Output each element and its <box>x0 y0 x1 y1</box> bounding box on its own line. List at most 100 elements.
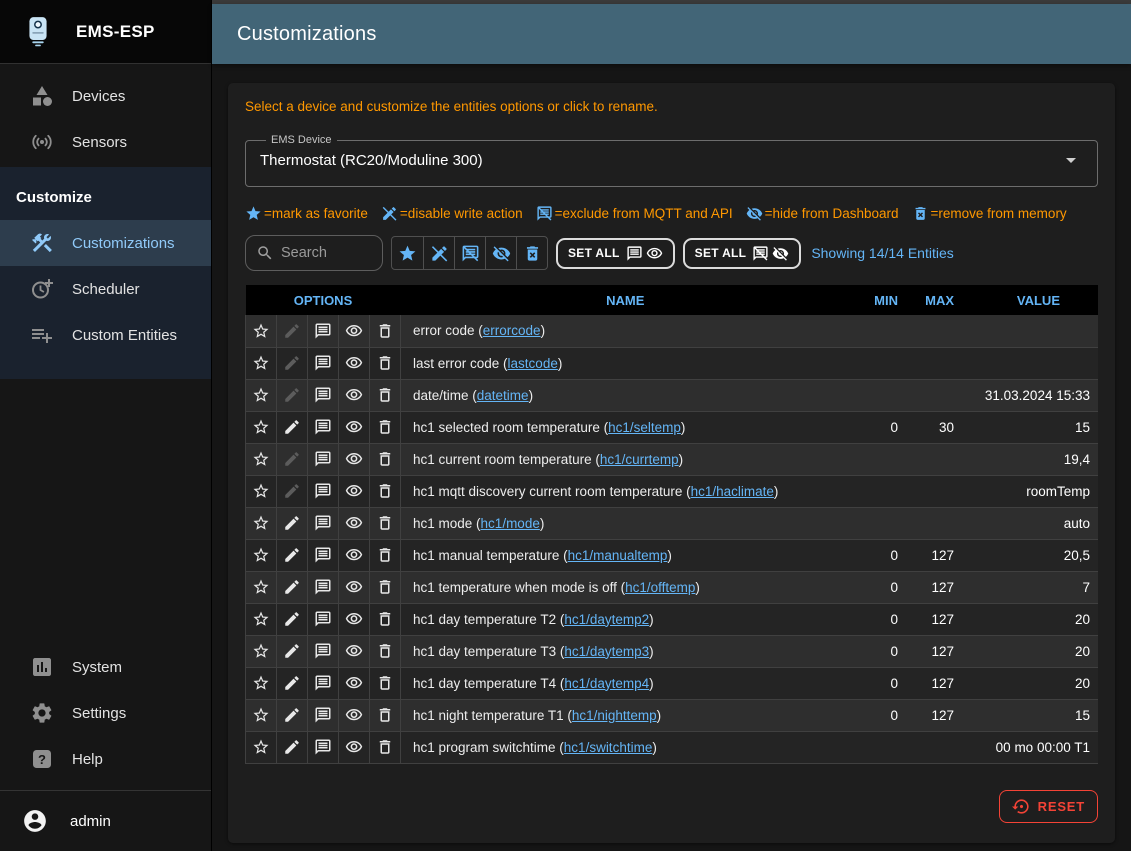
delete-toggle[interactable] <box>370 444 400 475</box>
filter-exclude-mqtt-button[interactable] <box>454 237 485 269</box>
entity-name[interactable]: last error code (lastcode) <box>401 347 851 379</box>
set-all-hide-button[interactable]: SET ALL <box>683 238 802 269</box>
edit-toggle[interactable] <box>277 732 307 763</box>
entity-name[interactable]: hc1 day temperature T2 (hc1/daytemp2) <box>401 603 851 635</box>
filter-favorite-button[interactable] <box>392 237 423 269</box>
favorite-toggle[interactable] <box>246 412 276 443</box>
entity-link[interactable]: hc1/manualtemp <box>568 548 668 563</box>
delete-toggle[interactable] <box>370 380 400 411</box>
delete-toggle[interactable] <box>370 636 400 667</box>
mqtt-toggle[interactable] <box>308 636 338 667</box>
sidebar-item-scheduler[interactable]: Scheduler <box>0 266 211 312</box>
mqtt-toggle[interactable] <box>308 380 338 411</box>
delete-toggle[interactable] <box>370 572 400 603</box>
delete-toggle[interactable] <box>370 668 400 699</box>
entity-name[interactable]: hc1 night temperature T1 (hc1/nighttemp) <box>401 699 851 731</box>
delete-toggle[interactable] <box>370 315 400 346</box>
favorite-toggle[interactable] <box>246 604 276 635</box>
entity-name[interactable]: hc1 day temperature T4 (hc1/daytemp4) <box>401 667 851 699</box>
entity-name[interactable]: hc1 manual temperature (hc1/manualtemp) <box>401 539 851 571</box>
mqtt-toggle[interactable] <box>308 444 338 475</box>
sidebar-item-devices[interactable]: Devices <box>0 73 211 119</box>
entity-link[interactable]: hc1/daytemp4 <box>564 676 649 691</box>
sidebar-item-customizations[interactable]: Customizations <box>0 220 211 266</box>
entity-link[interactable]: hc1/mode <box>481 516 540 531</box>
sidebar-item-sensors[interactable]: Sensors <box>0 119 211 165</box>
entity-link[interactable]: hc1/nighttemp <box>572 708 657 723</box>
visibility-toggle[interactable] <box>339 412 369 443</box>
sidebar-user-admin[interactable]: admin <box>0 791 211 851</box>
entity-link[interactable]: hc1/seltemp <box>608 420 681 435</box>
ems-device-select[interactable]: EMS Device Thermostat (RC20/Moduline 300… <box>245 134 1098 187</box>
filter-remove-memory-button[interactable] <box>516 237 547 269</box>
edit-toggle[interactable] <box>277 636 307 667</box>
entity-link[interactable]: errorcode <box>483 323 541 338</box>
visibility-toggle[interactable] <box>339 348 369 379</box>
delete-toggle[interactable] <box>370 412 400 443</box>
mqtt-toggle[interactable] <box>308 540 338 571</box>
entity-name[interactable]: hc1 mqtt discovery current room temperat… <box>401 475 851 507</box>
entity-link[interactable]: hc1/daytemp2 <box>564 612 649 627</box>
entity-link[interactable]: hc1/offtemp <box>625 580 695 595</box>
edit-toggle[interactable] <box>277 508 307 539</box>
delete-toggle[interactable] <box>370 604 400 635</box>
favorite-toggle[interactable] <box>246 476 276 507</box>
set-all-show-button[interactable]: SET ALL <box>556 238 675 269</box>
favorite-toggle[interactable] <box>246 348 276 379</box>
visibility-toggle[interactable] <box>339 604 369 635</box>
filter-disable-write-button[interactable] <box>423 237 454 269</box>
favorite-toggle[interactable] <box>246 572 276 603</box>
entity-link[interactable]: hc1/daytemp3 <box>564 644 649 659</box>
entity-name[interactable]: hc1 temperature when mode is off (hc1/of… <box>401 571 851 603</box>
mqtt-toggle[interactable] <box>308 700 338 731</box>
mqtt-toggle[interactable] <box>308 412 338 443</box>
entity-link[interactable]: lastcode <box>508 356 558 371</box>
visibility-toggle[interactable] <box>339 700 369 731</box>
mqtt-toggle[interactable] <box>308 604 338 635</box>
favorite-toggle[interactable] <box>246 444 276 475</box>
edit-toggle[interactable] <box>277 700 307 731</box>
visibility-toggle[interactable] <box>339 572 369 603</box>
visibility-toggle[interactable] <box>339 444 369 475</box>
favorite-toggle[interactable] <box>246 315 276 346</box>
delete-toggle[interactable] <box>370 700 400 731</box>
entity-name[interactable]: date/time (datetime) <box>401 379 851 411</box>
delete-toggle[interactable] <box>370 508 400 539</box>
favorite-toggle[interactable] <box>246 636 276 667</box>
delete-toggle[interactable] <box>370 732 400 763</box>
visibility-toggle[interactable] <box>339 476 369 507</box>
visibility-toggle[interactable] <box>339 732 369 763</box>
entity-link[interactable]: hc1/haclimate <box>691 484 774 499</box>
edit-toggle[interactable] <box>277 668 307 699</box>
visibility-toggle[interactable] <box>339 380 369 411</box>
mqtt-toggle[interactable] <box>308 732 338 763</box>
mqtt-toggle[interactable] <box>308 348 338 379</box>
sidebar-item-help[interactable]: Help <box>0 736 211 782</box>
edit-toggle[interactable] <box>277 604 307 635</box>
delete-toggle[interactable] <box>370 540 400 571</box>
visibility-toggle[interactable] <box>339 668 369 699</box>
favorite-toggle[interactable] <box>246 540 276 571</box>
entity-link[interactable]: hc1/switchtime <box>564 740 653 755</box>
filter-hide-dashboard-button[interactable] <box>485 237 516 269</box>
entity-name[interactable]: hc1 program switchtime (hc1/switchtime) <box>401 731 851 763</box>
edit-toggle[interactable] <box>277 412 307 443</box>
entity-link[interactable]: datetime <box>477 388 529 403</box>
entity-name[interactable]: hc1 selected room temperature (hc1/selte… <box>401 411 851 443</box>
favorite-toggle[interactable] <box>246 380 276 411</box>
edit-toggle[interactable] <box>277 540 307 571</box>
mqtt-toggle[interactable] <box>308 476 338 507</box>
sidebar-item-settings[interactable]: Settings <box>0 690 211 736</box>
entity-name[interactable]: hc1 mode (hc1/mode) <box>401 507 851 539</box>
favorite-toggle[interactable] <box>246 700 276 731</box>
mqtt-toggle[interactable] <box>308 508 338 539</box>
visibility-toggle[interactable] <box>339 540 369 571</box>
entity-link[interactable]: hc1/currtemp <box>600 452 679 467</box>
favorite-toggle[interactable] <box>246 508 276 539</box>
entity-name[interactable]: hc1 current room temperature (hc1/currte… <box>401 443 851 475</box>
mqtt-toggle[interactable] <box>308 315 338 346</box>
visibility-toggle[interactable] <box>339 508 369 539</box>
search-input[interactable] <box>281 245 371 261</box>
reset-button[interactable]: RESET <box>999 790 1098 823</box>
visibility-toggle[interactable] <box>339 315 369 346</box>
